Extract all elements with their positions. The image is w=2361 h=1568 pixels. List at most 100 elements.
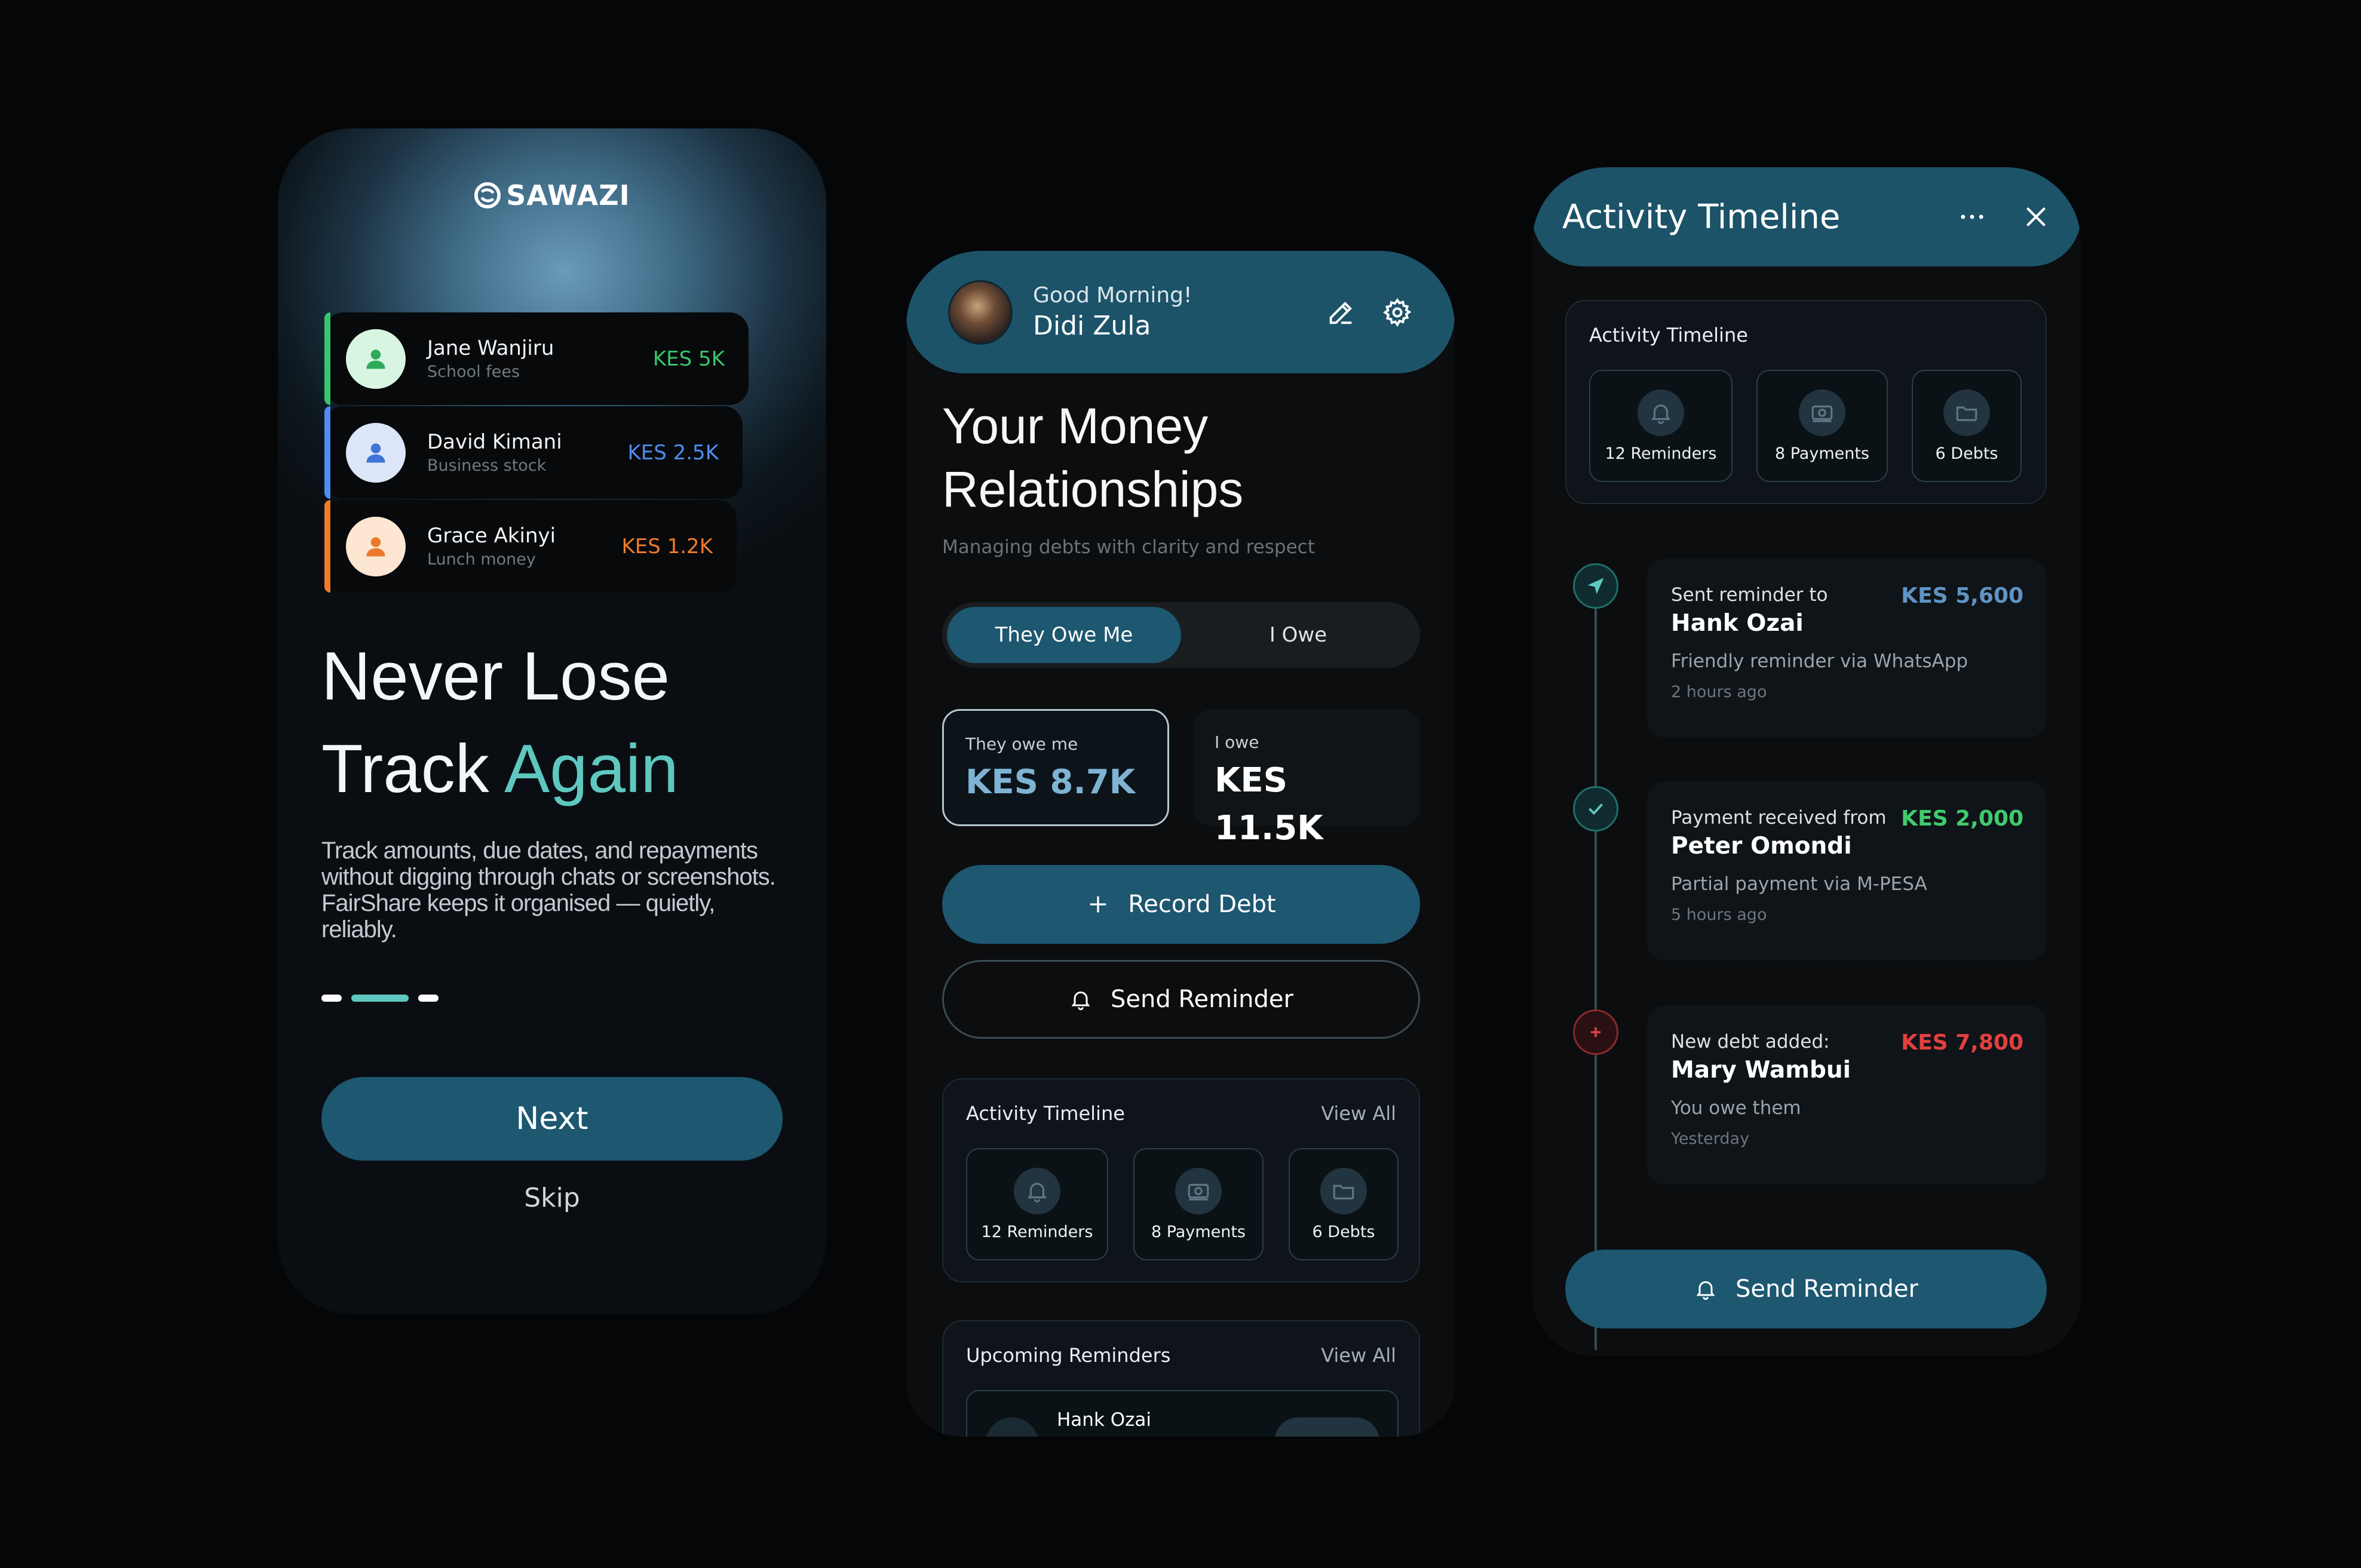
timeline-send-reminder-button[interactable]: Send Reminder — [1565, 1250, 2047, 1328]
tile-debts[interactable]: 6 Debts — [1912, 370, 2022, 482]
debt-card-grace[interactable]: Grace Akinyi Lunch money KES 1.2K — [324, 500, 737, 593]
debt-note: Lunch money — [427, 550, 536, 569]
tile-reminders[interactable]: 12 Reminders — [966, 1148, 1108, 1260]
page-dot[interactable] — [321, 995, 342, 1002]
activity-timeline-panel: Activity Timeline View All 12 Reminders … — [942, 1078, 1420, 1282]
page-title-line: Your Money — [942, 398, 1209, 454]
tile-reminders[interactable]: 12 Reminders — [1589, 370, 1733, 482]
timeline-screen: Activity Timeline Activity Timeline 12 R… — [1532, 167, 2081, 1356]
screen-title: Activity Timeline — [1562, 197, 1841, 237]
money-icon — [1175, 1167, 1222, 1214]
send-reminder-label: Send Reminder — [1111, 986, 1293, 1013]
page-title: Your Money Relationships — [942, 394, 1243, 521]
skip-button[interactable]: Skip — [278, 1183, 826, 1213]
timeline-event[interactable]: Sent reminder to Hank Ozai Friendly remi… — [1647, 559, 2046, 738]
bell-icon — [1694, 1277, 1718, 1301]
summary-label: I owe — [1215, 732, 1259, 752]
page-indicator — [321, 995, 439, 1002]
page-title-line: Relationships — [942, 461, 1244, 517]
tile-debts[interactable]: 6 Debts — [1289, 1148, 1399, 1260]
upcoming-reminders-panel: Upcoming Reminders View All Hank Ozai — [942, 1320, 1420, 1437]
tile-label: 12 Reminders — [981, 1222, 1093, 1241]
timeline-line — [1595, 588, 1597, 1350]
debt-note: School fees — [427, 362, 520, 381]
record-debt-button[interactable]: Record Debt — [942, 865, 1420, 944]
summary-they-owe[interactable]: They owe me KES 8.7K — [942, 709, 1169, 826]
headline-line-2: Track Again — [321, 725, 679, 814]
debt-amount: KES 5K — [652, 346, 725, 371]
debt-amount: KES 2.5K — [627, 440, 719, 465]
close-icon[interactable] — [2021, 202, 2051, 232]
event-amount: KES 2,000 — [1901, 806, 2023, 831]
user-name: Didi Zula — [1033, 310, 1151, 341]
app-logo: SAWAZI — [278, 179, 826, 211]
event-time: 5 hours ago — [1671, 906, 1767, 924]
event-person: Mary Wambui — [1671, 1057, 1851, 1084]
reminder-name: Hank Ozai — [1057, 1409, 1152, 1431]
tile-label: 6 Debts — [1312, 1222, 1375, 1241]
reminder-row[interactable]: Hank Ozai — [966, 1390, 1399, 1437]
summary-value: KES 8.7K — [965, 763, 1136, 802]
timeline-summary-panel: Activity Timeline 12 Reminders 8 Payment… — [1565, 300, 2047, 504]
bell-icon — [1069, 987, 1093, 1011]
person-icon — [346, 329, 406, 389]
debtor-name: Jane Wanjiru — [427, 336, 554, 360]
owe-toggle: They Owe Me I Owe — [942, 602, 1420, 668]
summary-value: KES 11.5K — [1215, 761, 1323, 848]
debt-card-jane[interactable]: Jane Wanjiru School fees KES 5K — [324, 312, 749, 405]
headline-accent-word: Again — [504, 731, 679, 807]
event-amount: KES 7,800 — [1901, 1030, 2023, 1055]
summary-label: They owe me — [965, 734, 1078, 754]
home-screen: Good Morning! Didi Zula Your Money Relat… — [906, 251, 1455, 1437]
event-detail: You owe them — [1671, 1097, 1801, 1119]
plus-icon — [1086, 892, 1110, 916]
next-button[interactable]: Next — [321, 1077, 783, 1161]
summary-i-owe[interactable]: I owe KES 11.5K — [1193, 709, 1420, 848]
headline-word: Track — [321, 731, 489, 807]
edit-icon[interactable] — [1326, 297, 1357, 328]
tile-label: 8 Payments — [1774, 444, 1870, 463]
sawazi-logo-icon — [474, 182, 501, 209]
headline-line-1: Never Lose — [321, 639, 670, 714]
send-reminder-button[interactable]: Send Reminder — [942, 960, 1420, 1039]
event-person: Peter Omondi — [1671, 833, 1852, 860]
timeline-event[interactable]: Payment received from Peter Omondi Parti… — [1647, 781, 2046, 961]
view-all-link[interactable]: View All — [1321, 1344, 1396, 1367]
person-icon — [346, 422, 406, 483]
greeting-text: Good Morning! — [1033, 283, 1192, 308]
onboarding-screen: SAWAZI Jane Wanjiru School fees KES 5K D… — [278, 128, 826, 1314]
reminder-action-button[interactable] — [1274, 1417, 1379, 1437]
event-amount: KES 5,600 — [1901, 584, 2023, 608]
debt-card-stripe — [324, 312, 330, 405]
send-reminder-label: Send Reminder — [1736, 1275, 1918, 1303]
panel-title: Activity Timeline — [1589, 324, 1748, 346]
tile-label: 6 Debts — [1935, 444, 1998, 463]
home-header: Good Morning! Didi Zula — [906, 251, 1455, 373]
bell-icon — [1638, 389, 1684, 436]
timeline-event[interactable]: New debt added: Mary Wambui You owe them… — [1647, 1005, 2046, 1185]
page-dot-active[interactable] — [351, 995, 409, 1002]
bell-icon — [1014, 1167, 1060, 1214]
tab-they-owe-me[interactable]: They Owe Me — [947, 607, 1181, 663]
tile-label: 12 Reminders — [1605, 444, 1717, 463]
event-time: 2 hours ago — [1671, 683, 1767, 701]
tile-payments[interactable]: 8 Payments — [1756, 370, 1888, 482]
page-dot[interactable] — [418, 995, 439, 1002]
app-logo-text: SAWAZI — [506, 179, 630, 211]
panel-title: Upcoming Reminders — [966, 1344, 1171, 1367]
record-debt-label: Record Debt — [1128, 891, 1276, 918]
event-time: Yesterday — [1671, 1130, 1750, 1148]
tab-i-owe[interactable]: I Owe — [1181, 607, 1415, 663]
debt-card-david[interactable]: David Kimani Business stock KES 2.5K — [324, 406, 743, 499]
view-all-link[interactable]: View All — [1321, 1102, 1396, 1125]
debt-card-stripe — [324, 500, 330, 593]
gear-icon[interactable] — [1382, 297, 1413, 328]
debt-amount: KES 1.2K — [621, 534, 713, 559]
event-detail: Partial payment via M-PESA — [1671, 873, 1927, 895]
money-icon — [1799, 389, 1845, 436]
more-icon[interactable] — [1957, 201, 1988, 232]
tile-payments[interactable]: 8 Payments — [1133, 1148, 1264, 1260]
debtor-name: Grace Akinyi — [427, 523, 556, 548]
user-avatar[interactable] — [948, 280, 1013, 345]
tile-label: 8 Payments — [1151, 1222, 1246, 1241]
